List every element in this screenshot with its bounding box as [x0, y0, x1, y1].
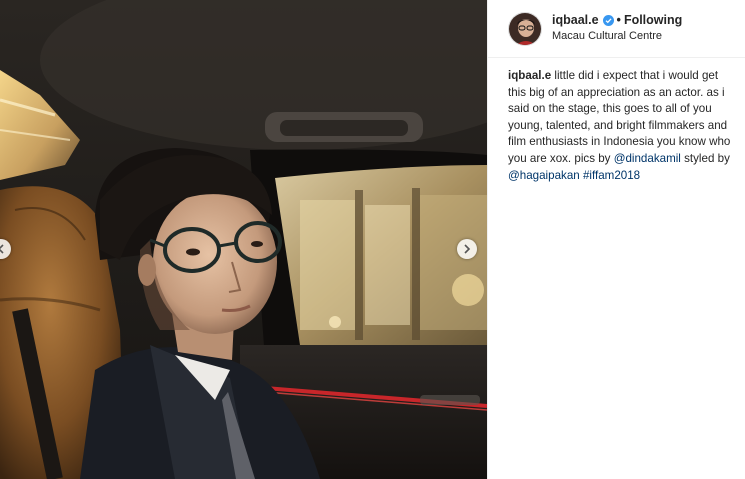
mention-dindakamil-link[interactable]: @dindakamil: [614, 152, 681, 165]
mention-hagaipakan-link[interactable]: @hagaipakan: [508, 169, 580, 182]
caption-username-link[interactable]: iqbaal.e: [508, 69, 551, 82]
post-caption: iqbaal.e little did i expect that i woul…: [488, 58, 745, 184]
caption-text: little did i expect that i would get thi…: [508, 69, 731, 165]
username-link[interactable]: iqbaal.e: [552, 13, 599, 28]
chevron-left-icon: [0, 244, 4, 254]
post-header: iqbaal.e • Following Macau Cultural Cent…: [488, 0, 745, 58]
post-details-panel: iqbaal.e • Following Macau Cultural Cent…: [487, 0, 745, 479]
post-photo[interactable]: [0, 0, 487, 479]
location-link[interactable]: Macau Cultural Centre: [552, 29, 682, 44]
avatar[interactable]: [508, 11, 542, 46]
chevron-right-icon: [464, 244, 471, 254]
profile-picture-image: [509, 12, 541, 45]
car-interior-portrait-image: [0, 0, 487, 479]
next-photo-button[interactable]: [457, 239, 477, 259]
hashtag-iffam2018-link[interactable]: #iffam2018: [583, 169, 640, 182]
following-button[interactable]: Following: [624, 13, 682, 28]
verified-badge-icon: [602, 15, 614, 26]
separator-dot: •: [616, 13, 621, 27]
caption-text: styled by: [680, 151, 730, 165]
